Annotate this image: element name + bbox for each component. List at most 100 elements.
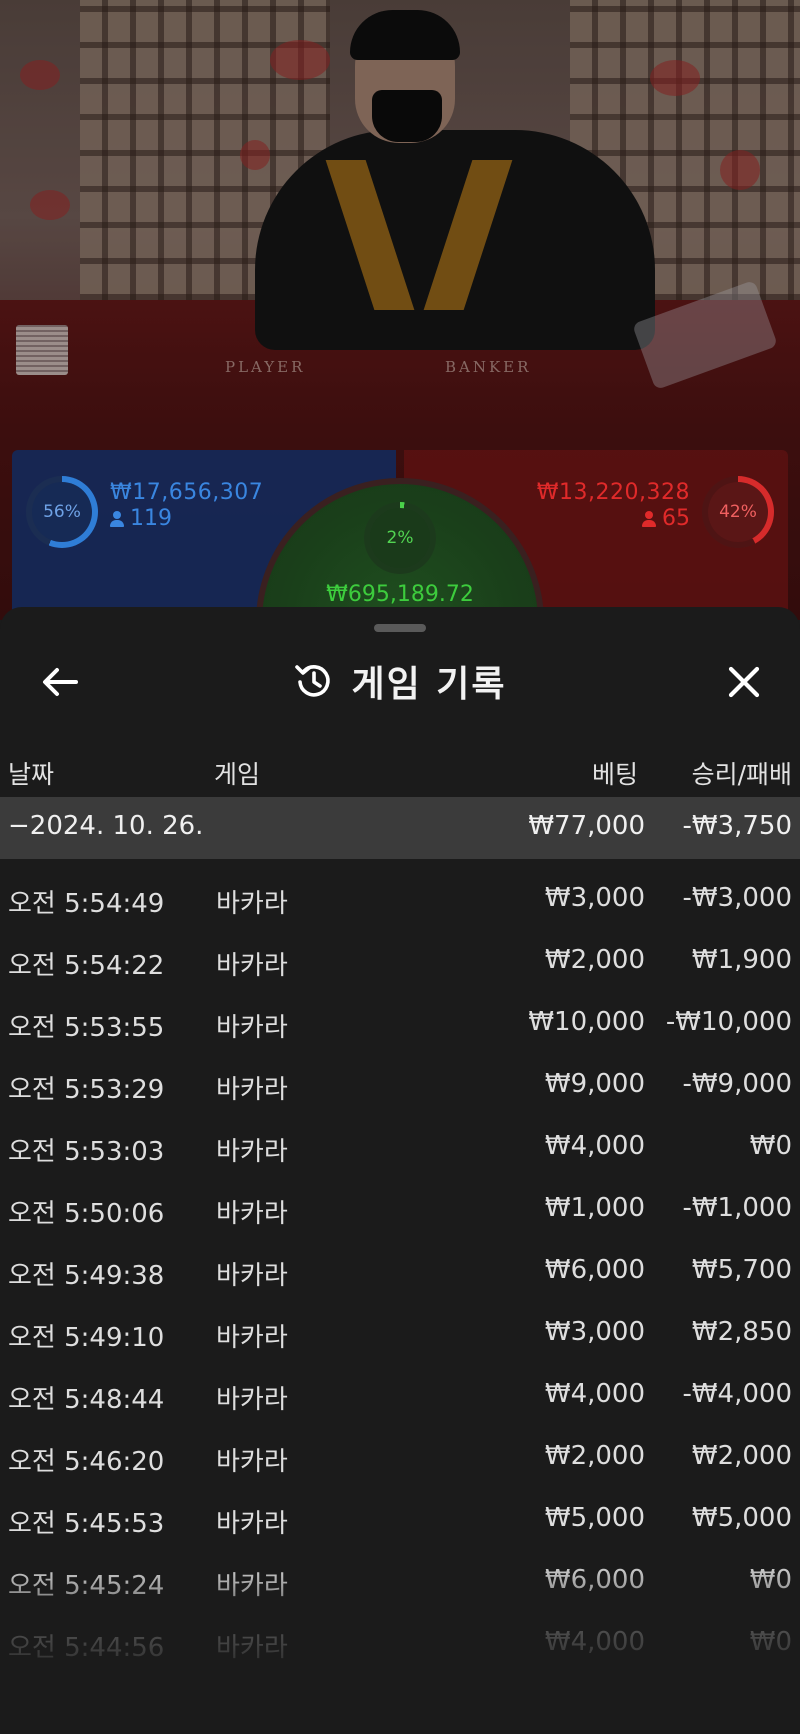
row-game: 바카라 bbox=[216, 1571, 288, 1601]
row-game: 바카라 bbox=[216, 1199, 288, 1229]
row-time: 오전 5:53:55 bbox=[8, 1013, 165, 1043]
row-time: 오전 5:49:10 bbox=[8, 1323, 165, 1353]
row-win-loss: ₩0 bbox=[749, 1565, 792, 1595]
tie-bet-amount: ₩695,189.72 bbox=[326, 582, 474, 607]
game-history-sheet: 게임 기록 날짜 게임 베팅 승리/패배 −2024. 10. 26. ₩77,… bbox=[0, 607, 800, 1734]
sheet-title-group: 게임 기록 bbox=[0, 655, 800, 707]
row-win-loss: -₩4,000 bbox=[682, 1379, 792, 1409]
row-game: 바카라 bbox=[216, 1633, 288, 1663]
row-game: 바카라 bbox=[216, 1261, 288, 1291]
history-row[interactable]: 오전 5:53:29 바카라 ₩9,000 -₩9,000 bbox=[0, 1045, 800, 1107]
row-bet: ₩5,000 bbox=[544, 1503, 645, 1533]
row-bet: ₩1,000 bbox=[544, 1193, 645, 1223]
row-time: 오전 5:54:22 bbox=[8, 951, 165, 981]
row-win-loss: ₩5,700 bbox=[691, 1255, 792, 1285]
row-game: 바카라 bbox=[216, 951, 288, 981]
column-header-game: 게임 bbox=[214, 760, 261, 789]
history-row[interactable]: 오전 5:45:24 바카라 ₩6,000 ₩0 bbox=[0, 1541, 800, 1603]
row-time: 오전 5:45:24 bbox=[8, 1571, 165, 1601]
row-bet: ₩6,000 bbox=[544, 1565, 645, 1595]
row-game: 바카라 bbox=[216, 1447, 288, 1477]
sheet-header: 게임 기록 bbox=[0, 637, 800, 727]
history-clock-icon bbox=[295, 665, 331, 697]
close-icon bbox=[728, 666, 760, 698]
column-header-bet: 베팅 bbox=[591, 760, 638, 789]
close-button[interactable] bbox=[712, 655, 776, 709]
row-game: 바카라 bbox=[216, 1013, 288, 1043]
row-game: 바카라 bbox=[216, 1695, 288, 1725]
history-row[interactable]: 오전 5:49:38 바카라 ₩6,000 ₩5,700 bbox=[0, 1231, 800, 1293]
group-win-loss-total: -₩3,750 bbox=[682, 811, 792, 841]
history-row[interactable]: 오전 5:43:55 바카라 ₩4,000 -₩4,000 bbox=[0, 1665, 800, 1727]
row-bet: ₩4,000 bbox=[544, 1379, 645, 1409]
row-time: 오전 5:45:53 bbox=[8, 1509, 165, 1539]
row-bet: ₩2,000 bbox=[544, 945, 645, 975]
sheet-title: 게임 기록 bbox=[351, 664, 507, 705]
row-time: 오전 5:50:06 bbox=[8, 1199, 165, 1229]
row-win-loss: ₩2,850 bbox=[691, 1317, 792, 1347]
history-row[interactable]: 오전 5:48:44 바카라 ₩4,000 -₩4,000 bbox=[0, 1355, 800, 1417]
row-time: 오전 5:54:49 bbox=[8, 889, 165, 919]
row-win-loss: ₩1,900 bbox=[691, 945, 792, 975]
row-time: 오전 5:48:44 bbox=[8, 1385, 165, 1415]
group-date: −2024. 10. 26. bbox=[8, 811, 204, 841]
history-row[interactable]: 오전 5:54:49 바카라 ₩3,000 -₩3,000 bbox=[0, 859, 800, 921]
row-win-loss: -₩3,000 bbox=[682, 883, 792, 913]
row-bet: ₩9,000 bbox=[544, 1069, 645, 1099]
banker-percent-ring: 42% bbox=[702, 476, 774, 548]
row-bet: ₩3,000 bbox=[544, 1317, 645, 1347]
row-bet: ₩10,000 bbox=[528, 1007, 645, 1037]
row-win-loss: ₩5,000 bbox=[691, 1503, 792, 1533]
history-row[interactable]: 오전 5:50:06 바카라 ₩1,000 -₩1,000 bbox=[0, 1169, 800, 1231]
history-row[interactable]: 오전 5:45:53 바카라 ₩5,000 ₩5,000 bbox=[0, 1479, 800, 1541]
person-icon bbox=[110, 510, 124, 527]
row-win-loss: -₩1,000 bbox=[682, 1193, 792, 1223]
column-header-date: 날짜 bbox=[8, 760, 55, 789]
row-win-loss: ₩2,000 bbox=[691, 1441, 792, 1471]
row-bet: ₩4,000 bbox=[544, 1131, 645, 1161]
banker-percent: 42% bbox=[708, 482, 768, 542]
banker-bet-amount: ₩13,220,328 bbox=[536, 480, 690, 505]
history-row[interactable]: 오전 5:49:10 바카라 ₩3,000 ₩2,850 bbox=[0, 1293, 800, 1355]
row-time: 오전 5:53:29 bbox=[8, 1075, 165, 1105]
history-table-header: 날짜 게임 베팅 승리/패배 bbox=[0, 747, 800, 797]
drag-handle[interactable] bbox=[374, 624, 426, 632]
row-game: 바카라 bbox=[216, 1137, 288, 1167]
row-time: 오전 5:44:56 bbox=[8, 1633, 165, 1663]
row-win-loss: ₩0 bbox=[749, 1131, 792, 1161]
row-time: 오전 5:46:20 bbox=[8, 1447, 165, 1477]
history-row[interactable]: 오전 5:46:20 바카라 ₩2,000 ₩2,000 bbox=[0, 1417, 800, 1479]
row-bet: ₩4,000 bbox=[544, 1689, 645, 1719]
player-percent: 56% bbox=[32, 482, 92, 542]
row-game: 바카라 bbox=[216, 1323, 288, 1353]
row-time: 오전 5:53:03 bbox=[8, 1137, 165, 1167]
history-row[interactable]: 오전 5:44:56 바카라 ₩4,000 ₩0 bbox=[0, 1603, 800, 1665]
row-win-loss: -₩9,000 bbox=[682, 1069, 792, 1099]
row-time: 오전 5:43:55 bbox=[8, 1695, 165, 1725]
row-game: 바카라 bbox=[216, 889, 288, 919]
row-win-loss: -₩4,000 bbox=[682, 1689, 792, 1719]
history-row[interactable]: 오전 5:54:22 바카라 ₩2,000 ₩1,900 bbox=[0, 921, 800, 983]
player-percent-ring: 56% bbox=[26, 476, 98, 548]
player-bet-amount: ₩17,656,307 bbox=[110, 480, 264, 505]
row-bet: ₩6,000 bbox=[544, 1255, 645, 1285]
row-game: 바카라 bbox=[216, 1075, 288, 1105]
player-bettor-count: 119 bbox=[110, 506, 172, 531]
row-game: 바카라 bbox=[216, 1509, 288, 1539]
history-row[interactable]: 오전 5:53:03 바카라 ₩4,000 ₩0 bbox=[0, 1107, 800, 1169]
person-icon bbox=[642, 510, 656, 527]
row-game: 바카라 bbox=[216, 1385, 288, 1415]
history-rows: 오전 5:54:49 바카라 ₩3,000 -₩3,000 오전 5:54:22 바카라 ₩… bbox=[0, 859, 800, 1727]
row-bet: ₩2,000 bbox=[544, 1441, 645, 1471]
row-win-loss: -₩10,000 bbox=[665, 1007, 792, 1037]
date-group-row[interactable]: −2024. 10. 26. ₩77,000 -₩3,750 bbox=[0, 797, 800, 859]
history-row[interactable]: 오전 5:53:55 바카라 ₩10,000 -₩10,000 bbox=[0, 983, 800, 1045]
row-win-loss: ₩0 bbox=[749, 1627, 792, 1657]
tie-percent-ring: 2% bbox=[364, 502, 436, 574]
group-bet-total: ₩77,000 bbox=[528, 811, 645, 841]
row-bet: ₩4,000 bbox=[544, 1627, 645, 1657]
banker-bettor-count: 65 bbox=[642, 506, 690, 531]
row-bet: ₩3,000 bbox=[544, 883, 645, 913]
row-time: 오전 5:49:38 bbox=[8, 1261, 165, 1291]
column-header-win-loss: 승리/패배 bbox=[691, 760, 792, 789]
